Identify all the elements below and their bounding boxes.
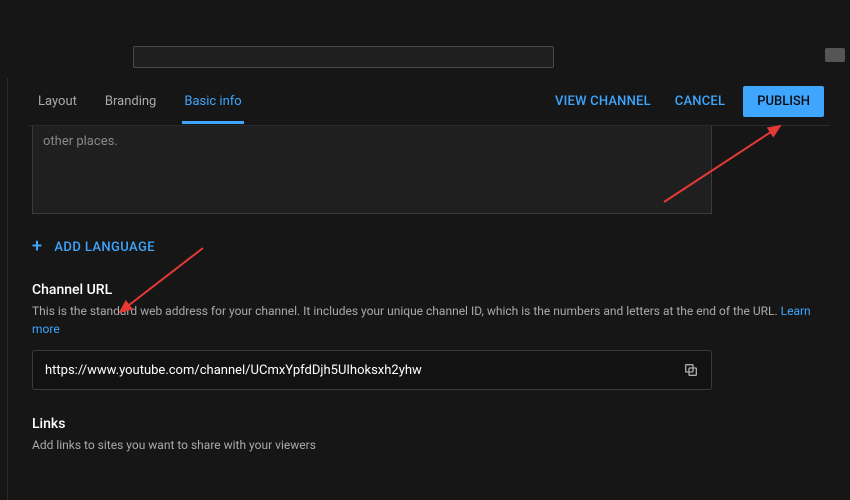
search-input-outline[interactable] — [133, 46, 554, 68]
publish-button[interactable]: PUBLISH — [743, 86, 824, 117]
channel-url-description: This is the standard web address for you… — [32, 302, 826, 338]
description-trailing-text: other places. — [43, 134, 118, 149]
main-panel: Layout Branding Basic info VIEW CHANNEL … — [7, 78, 850, 500]
tabs-group: Layout Branding Basic info — [28, 80, 242, 123]
top-blank-bar — [0, 0, 850, 46]
tabs-header-row: Layout Branding Basic info VIEW CHANNEL … — [28, 78, 830, 126]
channel-url-value: https://www.youtube.com/channel/UCmxYpfd… — [45, 363, 679, 378]
tab-layout[interactable]: Layout — [38, 80, 77, 123]
links-title: Links — [32, 416, 826, 432]
copy-icon[interactable] — [679, 358, 703, 382]
add-language-label: ADD LANGUAGE — [54, 240, 155, 255]
cancel-button[interactable]: CANCEL — [669, 88, 731, 115]
view-channel-button[interactable]: VIEW CHANNEL — [549, 88, 657, 115]
tab-basic-info[interactable]: Basic info — [184, 80, 241, 123]
channel-url-field[interactable]: https://www.youtube.com/channel/UCmxYpfd… — [32, 350, 712, 390]
content-area: other places. + ADD LANGUAGE Channel URL… — [28, 126, 830, 454]
header-actions: VIEW CHANNEL CANCEL PUBLISH — [549, 86, 830, 117]
avatar-stub[interactable] — [825, 48, 845, 62]
channel-url-title: Channel URL — [32, 282, 826, 298]
plus-icon: + — [32, 238, 42, 256]
links-description: Add links to sites you want to share wit… — [32, 436, 826, 454]
channel-description-textarea[interactable]: other places. — [32, 126, 712, 214]
tab-branding[interactable]: Branding — [105, 80, 156, 123]
add-language-button[interactable]: + ADD LANGUAGE — [32, 238, 826, 256]
channel-url-desc-text: This is the standard web address for you… — [32, 304, 781, 318]
